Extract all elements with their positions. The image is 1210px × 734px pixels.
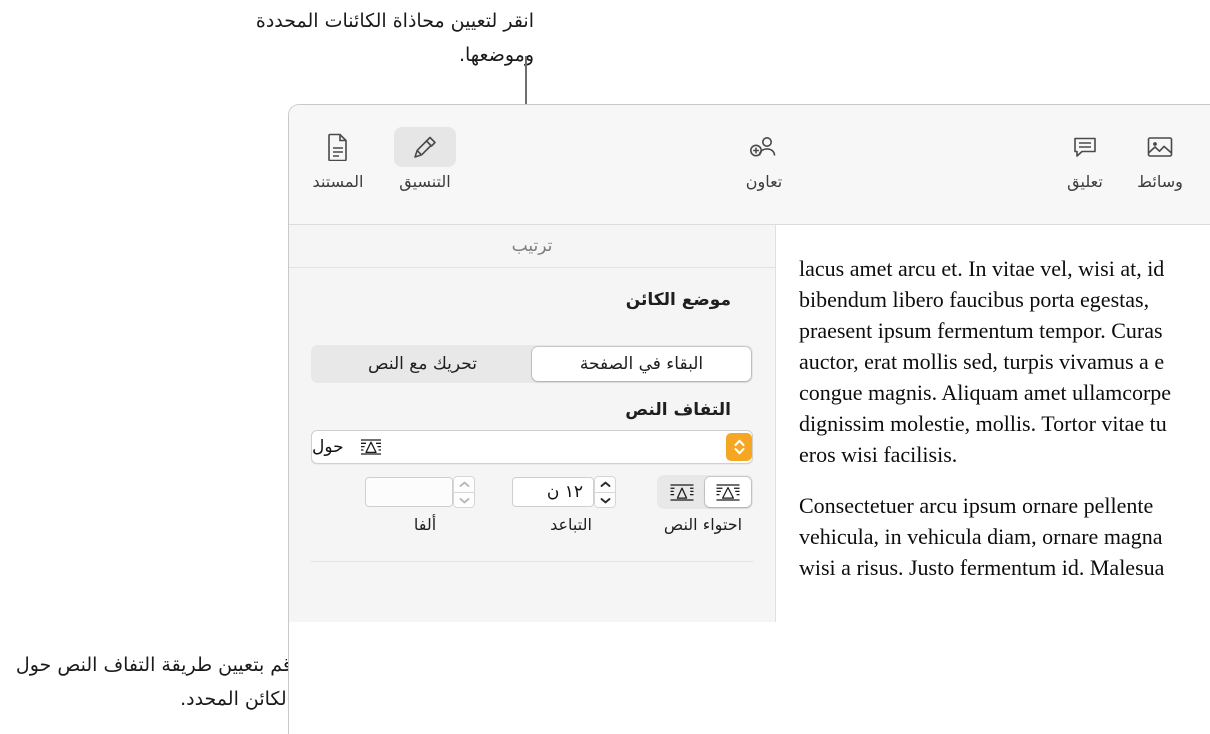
toolbar-item-media[interactable]: وسائط [1117, 127, 1203, 191]
doc-line: eros wisi facilisis. [799, 442, 958, 467]
doc-line: auctor, erat mollis sed, turpis vivamus … [799, 349, 1165, 374]
text-wrap-label: التفاف النص [625, 400, 731, 420]
text-wrap-around-icon [360, 438, 382, 456]
doc-line: vehicula, in vehicula diam, ornare magna [799, 524, 1163, 549]
alpha-stepper[interactable] [453, 476, 475, 508]
doc-line: bibendum libero faucibus porta egestas, [799, 287, 1150, 312]
collaborate-person-icon [733, 127, 795, 167]
toolbar-item-format[interactable]: التنسيق [382, 127, 468, 191]
doc-line: praesent ipsum fermentum tempor. Curas [799, 318, 1163, 343]
text-fit-narrow-icon[interactable] [659, 477, 705, 507]
format-inspector-panel: ترتيب موضع الكائن البقاء في الصفحة تحريك… [289, 225, 776, 622]
document-text-area[interactable]: lacus amet arcu et. In vitae vel, wisi a… [777, 225, 1210, 734]
spacing-stepper-down[interactable] [594, 492, 616, 508]
spacing-input[interactable]: ١٢ ن [512, 477, 594, 507]
callout-bottom-left-text: قم بتعيين طريقة التفاف النص حول الكائن ا… [15, 654, 292, 710]
placement-option-stay-on-page[interactable]: البقاء في الصفحة [532, 347, 751, 381]
spacing-control: ١٢ ن التباعد [512, 475, 630, 534]
text-fit-both-sides-icon[interactable] [705, 477, 751, 507]
alpha-label: ألفا [413, 515, 437, 534]
panel-title: ترتيب [289, 225, 775, 268]
document-icon [307, 127, 369, 167]
alpha-control: ألفا [365, 475, 485, 534]
doc-line: wisi a risus. Justo fermentum id. Malesu… [799, 555, 1165, 580]
alpha-stepper-down[interactable] [453, 492, 475, 508]
text-wrap-stepper[interactable] [726, 433, 752, 461]
toolbar-item-document-label: المستند [312, 172, 364, 191]
document-paragraph-2: Consectetuer arcu ipsum ornare pellente … [777, 490, 1210, 583]
alpha-input[interactable] [365, 477, 453, 507]
placement-option-move-with-text[interactable]: تحريك مع النص [313, 347, 532, 381]
spacing-label: التباعد [550, 515, 592, 534]
toolbar-item-document[interactable]: المستند [295, 127, 381, 191]
alpha-stepper-up[interactable] [453, 476, 475, 492]
toolbar: المستند التنسيق تعاون تعليق وسائط [289, 105, 1210, 225]
text-wrap-selected-value: حول [312, 437, 344, 457]
doc-line: lacus amet arcu et. In vitae vel, wisi a… [799, 256, 1165, 281]
doc-line: Consectetuer arcu ipsum ornare pellente [799, 493, 1154, 518]
format-brush-icon [394, 127, 456, 167]
toolbar-item-collaborate-label: تعاون [745, 172, 783, 191]
text-fit-label: احتواء النص [663, 515, 743, 534]
spacing-stepper[interactable] [594, 476, 616, 508]
spacing-stepper-up[interactable] [594, 476, 616, 492]
document-paragraph-1: lacus amet arcu et. In vitae vel, wisi a… [777, 253, 1210, 470]
doc-line: congue magnis. Aliquam amet ullamcorpe [799, 380, 1172, 405]
callout-top-text: انقر لتعيين محاذاة الكائنات المحددة وموض… [255, 10, 534, 66]
text-fit-control: احتواء النص [653, 475, 753, 534]
toolbar-item-comment[interactable]: تعليق [1042, 127, 1128, 191]
doc-line: dignissim molestie, mollis. Tortor vitae… [799, 411, 1167, 436]
text-wrap-select[interactable]: حول [311, 430, 753, 464]
toolbar-item-collaborate[interactable]: تعاون [721, 127, 807, 191]
toolbar-item-media-label: وسائط [1137, 172, 1183, 191]
text-fit-button-group[interactable] [657, 475, 753, 509]
media-image-icon [1129, 127, 1191, 167]
comment-bubble-icon [1054, 127, 1116, 167]
toolbar-item-format-label: التنسيق [399, 172, 451, 191]
object-placement-label: موضع الكائن [625, 290, 731, 310]
app-window: المستند التنسيق تعاون تعليق وسائط ترتيب … [288, 104, 1210, 734]
panel-divider [311, 561, 753, 562]
object-placement-segmented-control[interactable]: البقاء في الصفحة تحريك مع النص [311, 345, 753, 383]
toolbar-item-comment-label: تعليق [1067, 172, 1103, 191]
